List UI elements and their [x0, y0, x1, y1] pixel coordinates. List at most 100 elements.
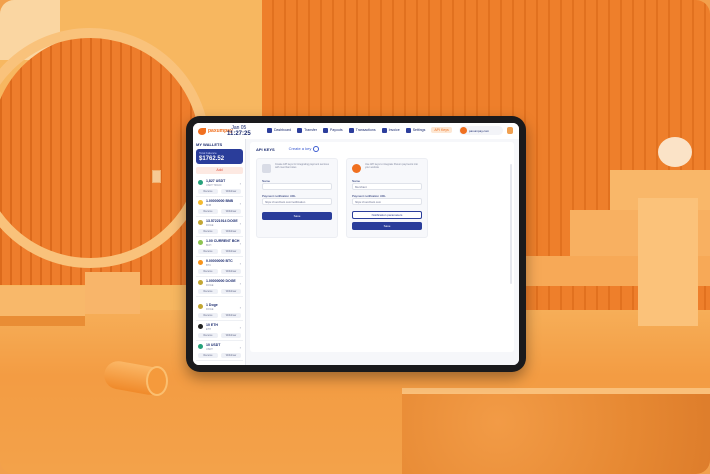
wallet-sub: BCH — [206, 244, 212, 247]
top-bar: paxumpay Jan 05 11:27:25 Dashboard Trans… — [193, 123, 519, 140]
save-button[interactable]: Save — [262, 212, 332, 220]
panel-tabs: API KEYS Create a key — [256, 146, 320, 152]
nav-item-transfer[interactable]: Transfer — [297, 127, 317, 133]
tablet-screen: paxumpay Jan 05 11:27:25 Dashboard Trans… — [193, 123, 519, 365]
scrollbar[interactable] — [510, 164, 512, 284]
receive-button[interactable]: Receive — [198, 353, 218, 358]
background-lamp — [658, 137, 692, 167]
wallet-item[interactable]: 1.00000000 DOGE DOGE › Receive Withdraw — [196, 277, 243, 297]
receive-button[interactable]: Receive — [198, 229, 218, 234]
receive-button[interactable]: Receive — [198, 189, 218, 194]
chevron-icon: › — [239, 345, 241, 350]
nav-item-dashboard[interactable]: Dashboard — [267, 127, 291, 133]
api-key-card-existing: Use API keys to integrate Paxum payments… — [346, 158, 428, 238]
clock: Jan 05 11:27:25 — [227, 125, 251, 137]
background-step — [0, 286, 85, 316]
chevron-icon: › — [239, 241, 241, 246]
wallet-item[interactable]: 1 Doge DOGE › Receive Withdraw — [196, 301, 243, 321]
api-keys-panel: API KEYS Create a key Create API keys fo… — [250, 142, 514, 352]
save-button[interactable]: Save — [352, 222, 422, 230]
receive-button[interactable]: Receive — [198, 269, 218, 274]
wallet-item[interactable]: 1,827 USDT USDT TRC20 › Receive Withdraw — [196, 177, 243, 197]
url-input[interactable]: https://merchant.com — [352, 198, 422, 205]
notification-icon[interactable] — [507, 127, 513, 134]
wallet-item[interactable]: 1.00 CURRENT BCH BCH › Receive Withdraw — [196, 237, 243, 257]
doge-icon — [198, 220, 203, 225]
chevron-icon: › — [239, 261, 241, 266]
wallet-item[interactable]: 10 ETH ETH › Receive Withdraw — [196, 321, 243, 341]
withdraw-button[interactable]: Withdraw — [221, 353, 241, 358]
chevron-icon: › — [239, 281, 241, 286]
receive-button[interactable]: Receive — [198, 289, 218, 294]
tablet-device: paxumpay Jan 05 11:27:25 Dashboard Trans… — [186, 116, 526, 372]
wallet-item[interactable]: 13.57221914 DOGE DOGE › Receive Withdraw — [196, 217, 243, 237]
nav-label: Settings — [412, 128, 426, 132]
user-menu[interactable]: paxumpay.com — [459, 126, 503, 135]
nav-item-transactions[interactable]: Transactions — [348, 127, 376, 133]
nav-label: Dashboard — [274, 128, 292, 132]
nav-label: Payouts — [330, 128, 343, 132]
wallet-sub: DOGE — [206, 224, 214, 227]
invoice-icon — [381, 127, 387, 133]
background-plinth — [85, 272, 140, 314]
wallet-item[interactable]: 1.00000000 BNB BNB › Receive Withdraw — [196, 197, 243, 217]
wallet-sub: USDT — [206, 348, 213, 351]
nav-item-payouts[interactable]: Payouts — [323, 127, 343, 133]
receive-button[interactable]: Receive — [198, 313, 218, 318]
btc-icon — [198, 260, 203, 265]
nav-label: Transfer — [304, 128, 318, 132]
nav-item-api-keys[interactable]: API Keys — [431, 127, 452, 133]
name-input[interactable]: Merchant — [352, 183, 422, 190]
wallet-sub: USDT TRC20 — [206, 184, 222, 187]
wallet-item[interactable]: 0.00000000 BTC BTC › Receive Withdraw — [196, 257, 243, 277]
main-nav: Dashboard Transfer Payouts Transactions … — [267, 127, 452, 133]
clock-time: 11:27:25 — [227, 131, 251, 137]
chevron-icon: › — [239, 181, 241, 186]
wallet-name: 1.00000000 DOGE — [206, 279, 236, 283]
sidebar-title: MY WALLETS — [196, 142, 223, 147]
avatar — [460, 127, 467, 134]
api-key-card-new: Create API keys for integrating payment … — [256, 158, 338, 238]
wallet-sub: ETH — [206, 328, 211, 331]
withdraw-button[interactable]: Withdraw — [221, 333, 241, 338]
background-carpet — [402, 388, 710, 474]
nav-label: Invoice — [388, 128, 400, 132]
withdraw-button[interactable]: Withdraw — [221, 229, 241, 234]
receive-button[interactable]: Receive — [198, 333, 218, 338]
url-input[interactable]: https://merchant.com/notification — [262, 198, 332, 205]
receive-button[interactable]: Receive — [198, 209, 218, 214]
wallet-sub: BNB — [206, 204, 212, 207]
wallet-name: 10 ETH — [206, 323, 218, 327]
doge-icon — [198, 280, 203, 285]
notification-parameters-button[interactable]: Notification parameters — [352, 211, 422, 219]
chevron-icon: › — [239, 201, 241, 206]
withdraw-button[interactable]: Withdraw — [221, 313, 241, 318]
receive-button[interactable]: Receive — [198, 249, 218, 254]
withdraw-button[interactable]: Withdraw — [221, 189, 241, 194]
doge-icon — [198, 304, 203, 309]
info-icon — [313, 146, 320, 152]
balance-label: Total balance — [199, 151, 217, 155]
merchant-logo-icon — [352, 164, 361, 173]
wallet-item[interactable]: 10 USDT USDT › Receive Withdraw — [196, 341, 243, 361]
name-input[interactable] — [262, 183, 332, 190]
withdraw-button[interactable]: Withdraw — [221, 249, 241, 254]
nav-label: Transactions — [355, 128, 376, 132]
wallet-sub: DOGE — [206, 308, 214, 311]
tab-api-keys[interactable]: API KEYS — [256, 147, 275, 152]
withdraw-button[interactable]: Withdraw — [221, 289, 241, 294]
withdraw-button[interactable]: Withdraw — [221, 209, 241, 214]
usdt-icon — [198, 180, 203, 185]
settings-icon — [405, 127, 411, 133]
card-description: Create API keys for integrating payment … — [275, 163, 330, 170]
bch-icon — [198, 240, 203, 245]
wallet-name: 13.57221914 DOGE — [206, 219, 238, 223]
withdraw-button[interactable]: Withdraw — [221, 269, 241, 274]
nav-item-settings[interactable]: Settings — [405, 127, 426, 133]
nav-item-invoice[interactable]: Invoice — [381, 127, 400, 133]
add-wallet-button[interactable]: Add — [196, 167, 243, 174]
transfer-icon — [297, 127, 303, 133]
eth-icon — [198, 324, 203, 329]
create-key-link[interactable]: Create a key — [289, 146, 320, 152]
transactions-icon — [348, 127, 354, 133]
